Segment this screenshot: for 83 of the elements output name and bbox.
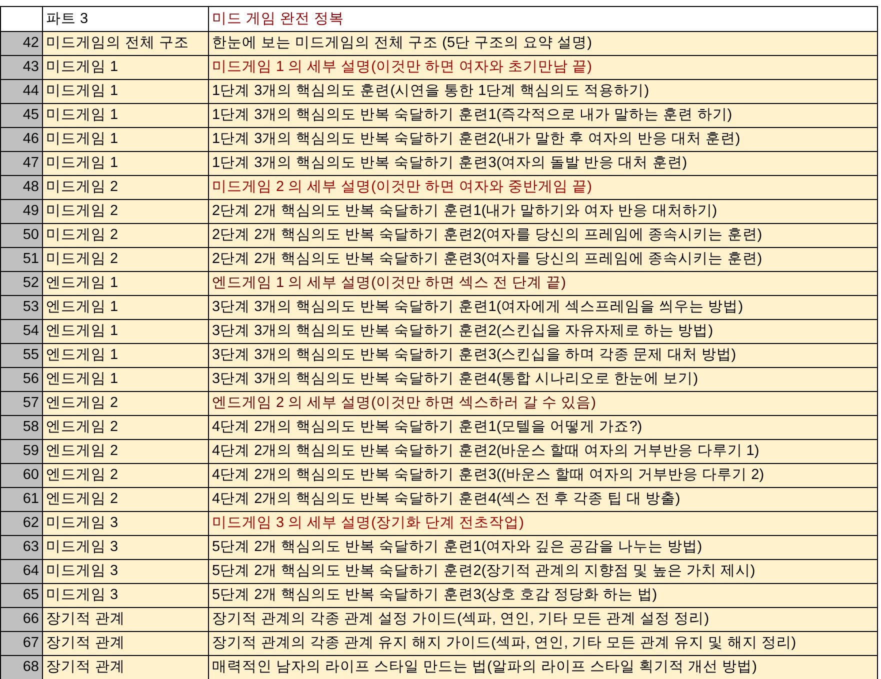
description-cell: 장기적 관계의 각종 관계 설정 가이드(섹파, 연인, 기타 모든 관계 설정 정리): [209, 608, 878, 632]
description-cell: 1단계 3개의 핵심의도 반복 숙달하기 훈련2(내가 말한 후 여자의 반응 대처 훈련): [209, 128, 878, 152]
section-cell: 미드게임 1: [43, 152, 209, 176]
description-cell: 3단계 3개의 핵심의도 반복 숙달하기 훈련3(스킨십을 하며 각종 문제 대처 방법): [209, 344, 878, 368]
section-cell: 미드게임 2: [43, 248, 209, 272]
section-cell: 미드게임 3: [43, 560, 209, 584]
section-cell: 장기적 관계: [43, 656, 209, 679]
row-number: 54: [1, 320, 43, 344]
row-number: 47: [1, 152, 43, 176]
description-cell: 3단계 3개의 핵심의도 반복 숙달하기 훈련4(통합 시나리오로 한눈에 보기): [209, 368, 878, 392]
section-cell: 엔드게임 2: [43, 488, 209, 512]
row-number: 45: [1, 104, 43, 128]
description-cell: 4단계 2개의 핵심의도 반복 숙달하기 훈련2(바운스 할때 여자의 거부반응 다루기 1): [209, 440, 878, 464]
section-cell: 미드게임 1: [43, 80, 209, 104]
description-cell: 3단계 3개의 핵심의도 반복 숙달하기 훈련1(여자에게 섹스프레임을 씌우는 방법): [209, 296, 878, 320]
description-cell: 1단계 3개의 핵심의도 반복 숙달하기 훈련1(즉각적으로 내가 말하는 훈련 하기): [209, 104, 878, 128]
description-cell: 매력적인 남자의 라이프 스타일 만드는 법(알파의 라이프 스타일 획기적 개선 방법): [209, 656, 878, 679]
description-cell: 2단계 2개 핵심의도 반복 숙달하기 훈련2(여자를 당신의 프레임에 종속시키는 훈련): [209, 224, 878, 248]
section-cell: 엔드게임 1: [43, 296, 209, 320]
row-number: 67: [1, 632, 43, 656]
row-number: 61: [1, 488, 43, 512]
description-cell: 엔드게임 2 의 세부 설명(이것만 하면 섹스하러 갈 수 있음): [209, 392, 878, 416]
section-cell: 미드게임 1: [43, 104, 209, 128]
description-cell: 3단계 3개의 핵심의도 반복 숙달하기 훈련2(스킨십을 자유자제로 하는 방법): [209, 320, 878, 344]
section-cell: 엔드게임 2: [43, 416, 209, 440]
title-heading: 미드 게임 완전 정복: [209, 7, 878, 32]
row-number: 60: [1, 464, 43, 488]
row-number: 59: [1, 440, 43, 464]
section-cell: 엔드게임 1: [43, 320, 209, 344]
section-cell: 미드게임 3: [43, 584, 209, 608]
row-number: 48: [1, 176, 43, 200]
section-cell: 미드게임 1: [43, 56, 209, 80]
row-number: 44: [1, 80, 43, 104]
section-cell: 엔드게임 2: [43, 392, 209, 416]
row-number: 51: [1, 248, 43, 272]
row-number: 53: [1, 296, 43, 320]
description-cell: 미드게임 1 의 세부 설명(이것만 하면 여자와 초기만남 끝): [209, 56, 878, 80]
description-cell: 5단계 2개 핵심의도 반복 숙달하기 훈련1(여자와 깊은 공감을 나누는 방법): [209, 536, 878, 560]
description-cell: 2단계 2개 핵심의도 반복 숙달하기 훈련3(여자를 당신의 프레임에 종속시키는 훈련): [209, 248, 878, 272]
section-cell: 엔드게임 2: [43, 464, 209, 488]
description-cell: 4단계 2개의 핵심의도 반복 숙달하기 훈련1(모텔을 어떻게 가죠?): [209, 416, 878, 440]
row-number: 57: [1, 392, 43, 416]
description-cell: 5단계 2개 핵심의도 반복 숙달하기 훈련2(장기적 관계의 지향점 및 높은 가치 제시): [209, 560, 878, 584]
row-number: 66: [1, 608, 43, 632]
row-number: 52: [1, 272, 43, 296]
row-number: 55: [1, 344, 43, 368]
section-cell: 미드게임 3: [43, 512, 209, 536]
description-cell: 4단계 2개의 핵심의도 반복 숙달하기 훈련3((바운스 할때 여자의 거부반응 다루기 2): [209, 464, 878, 488]
section-cell: 미드게임 1: [43, 128, 209, 152]
row-number: 62: [1, 512, 43, 536]
row-number: 50: [1, 224, 43, 248]
part-heading: 파트 3: [43, 7, 209, 32]
description-cell: 5단계 2개 핵심의도 반복 숙달하기 훈련3(상호 호감 정당화 하는 법): [209, 584, 878, 608]
section-cell: 엔드게임 1: [43, 344, 209, 368]
row-number: 64: [1, 560, 43, 584]
section-cell: 미드게임 2: [43, 200, 209, 224]
row-number: 65: [1, 584, 43, 608]
description-cell: 2단계 2개 핵심의도 반복 숙달하기 훈련1(내가 말하기와 여자 반응 대처하기): [209, 200, 878, 224]
row-number: 68: [1, 656, 43, 679]
description-cell: 1단계 3개의 핵심의도 반복 숙달하기 훈련3(여자의 돌발 반응 대처 훈련): [209, 152, 878, 176]
section-cell: 엔드게임 1: [43, 368, 209, 392]
section-cell: 장기적 관계: [43, 608, 209, 632]
description-cell: 미드게임 3 의 세부 설명(장기화 단계 전초작업): [209, 512, 878, 536]
row-number: 49: [1, 200, 43, 224]
section-cell: 미드게임 2: [43, 224, 209, 248]
row-number: 58: [1, 416, 43, 440]
description-cell: 4단계 2개의 핵심의도 반복 숙달하기 훈련4(섹스 전 후 각종 팁 대 방출): [209, 488, 878, 512]
description-cell: 장기적 관계의 각종 관계 유지 해지 가이드(섹파, 연인, 기타 모든 관계 유지 및 해지 정리): [209, 632, 878, 656]
section-cell: 미드게임의 전체 구조: [43, 32, 209, 56]
section-cell: 미드게임 3: [43, 536, 209, 560]
description-cell: 1단계 3개의 핵심의도 훈련(시연을 통한 1단계 핵심의도 적용하기): [209, 80, 878, 104]
section-cell: 장기적 관계: [43, 632, 209, 656]
row-number: 56: [1, 368, 43, 392]
section-cell: 미드게임 2: [43, 176, 209, 200]
description-cell: 한눈에 보는 미드게임의 전체 구조 (5단 구조의 요약 설명): [209, 32, 878, 56]
row-number: 46: [1, 128, 43, 152]
row-number: 43: [1, 56, 43, 80]
description-cell: 엔드게임 1 의 세부 설명(이것만 하면 섹스 전 단계 끝): [209, 272, 878, 296]
row-number: 63: [1, 536, 43, 560]
section-cell: 엔드게임 1: [43, 272, 209, 296]
row-number: 42: [1, 32, 43, 56]
description-cell: 미드게임 2 의 세부 설명(이것만 하면 여자와 중반게임 끝): [209, 176, 878, 200]
section-cell: 엔드게임 2: [43, 440, 209, 464]
